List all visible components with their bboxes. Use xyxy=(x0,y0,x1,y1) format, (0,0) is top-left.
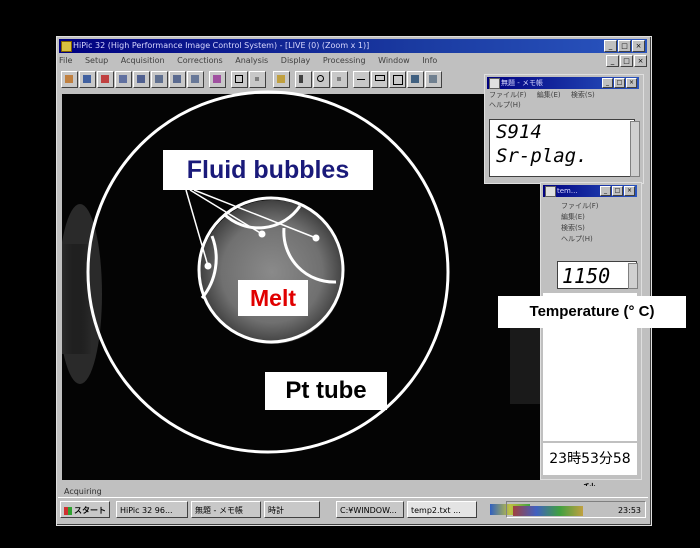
temperature-label: Temperature (° C) xyxy=(498,296,686,328)
bubble-dot-1 xyxy=(204,262,212,270)
melt-label: Melt xyxy=(238,280,308,316)
annotation-overlay xyxy=(86,90,450,454)
pointer-line-1 xyxy=(185,189,209,267)
bubble-dot-3 xyxy=(312,234,320,242)
pt-tube-label: Pt tube xyxy=(265,372,387,410)
fluid-bubbles-label: Fluid bubbles xyxy=(163,150,373,190)
bubble-dot-2 xyxy=(258,230,266,238)
